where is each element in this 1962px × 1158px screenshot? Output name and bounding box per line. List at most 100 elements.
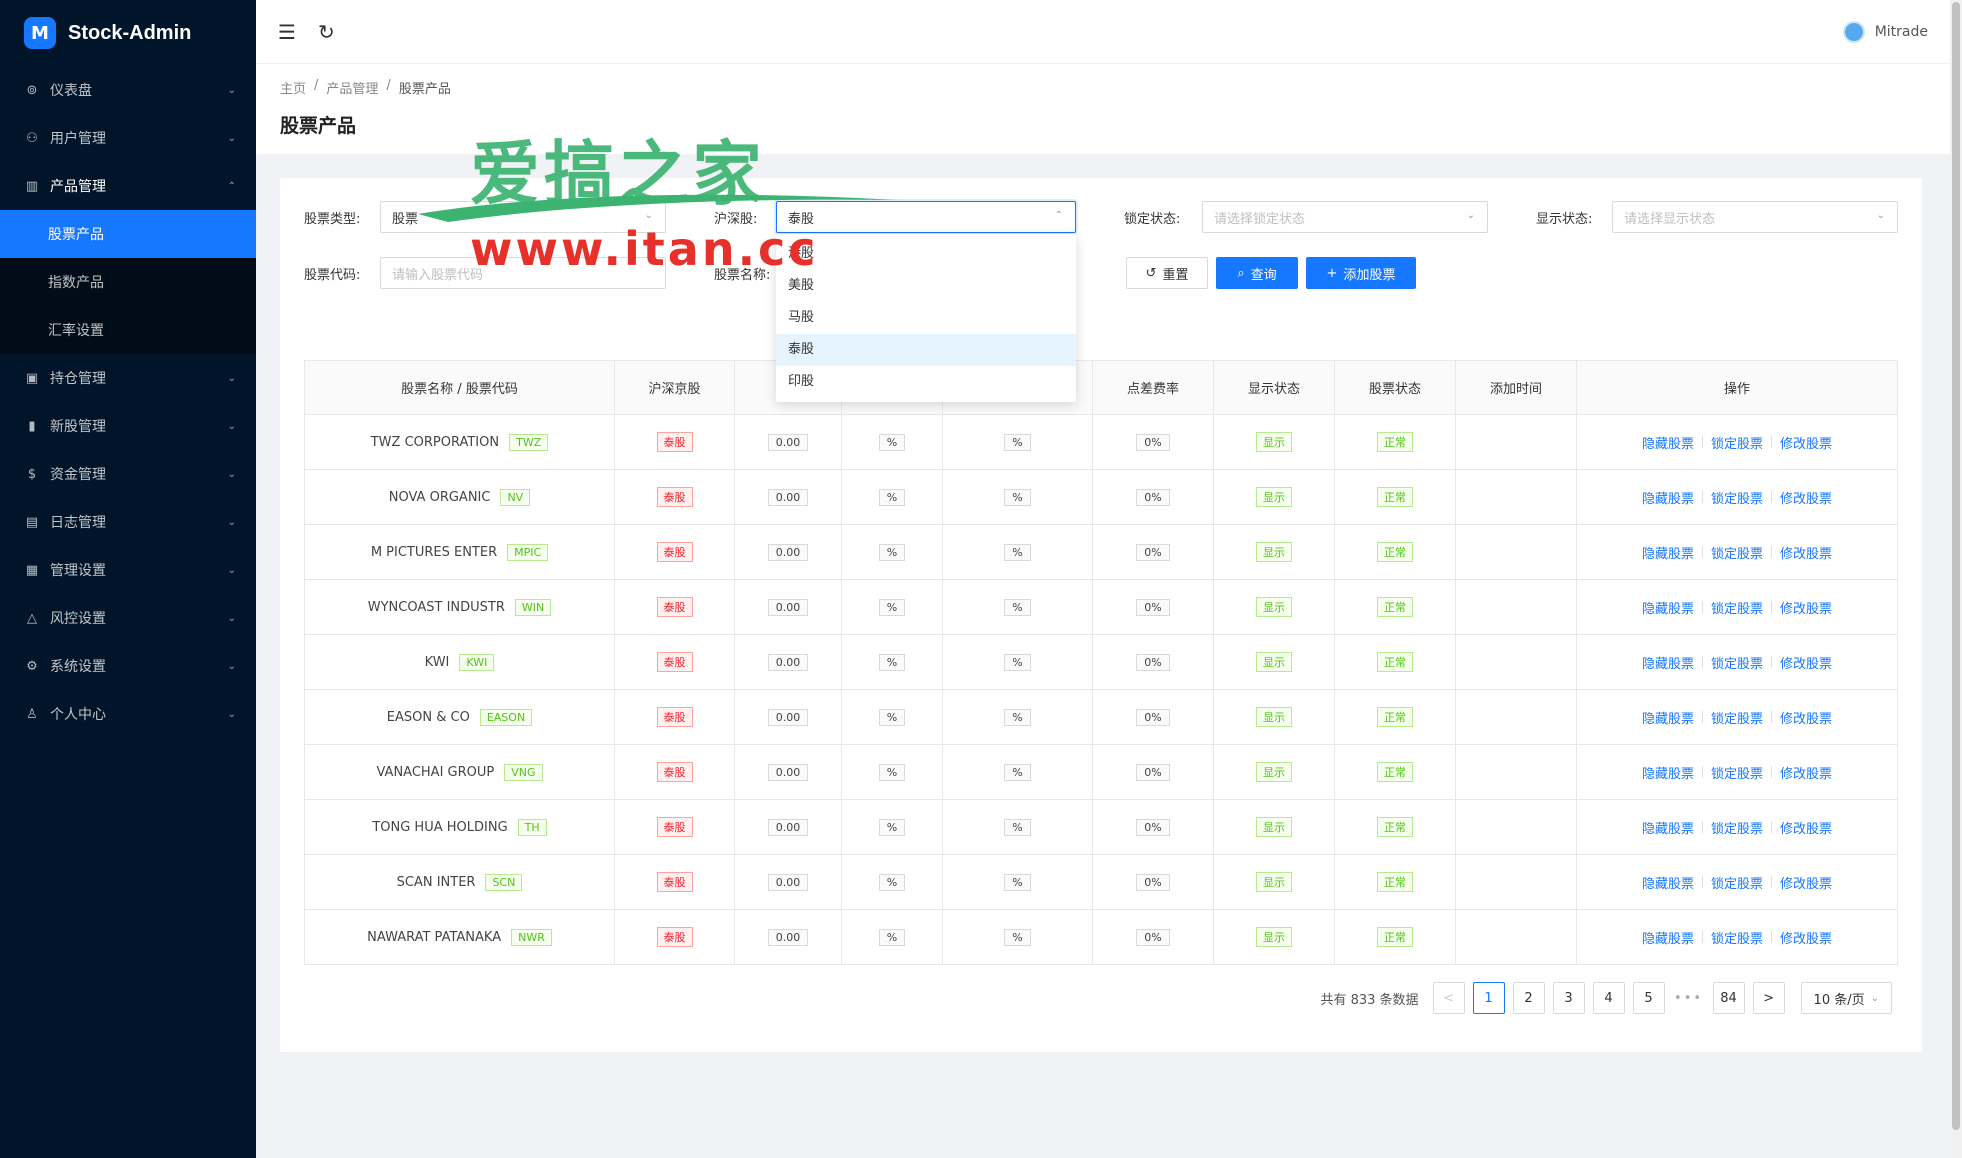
sidebar-item-dashboard[interactable]: ⊚ 仪表盘 ⌄	[0, 66, 256, 114]
hide-stock-link[interactable]: 隐藏股票	[1642, 818, 1694, 837]
hide-stock-link[interactable]: 隐藏股票	[1642, 598, 1694, 617]
add-stock-button[interactable]: + 添加股票	[1306, 257, 1416, 289]
hide-stock-link[interactable]: 隐藏股票	[1642, 928, 1694, 947]
sidebar-item-admin-settings[interactable]: ▦ 管理设置 ⌄	[0, 546, 256, 594]
lock-stock-link[interactable]: 锁定股票	[1711, 653, 1763, 672]
sidebar-item-system[interactable]: ⚙ 系统设置 ⌄	[0, 642, 256, 690]
lock-status-select[interactable]: 请选择锁定状态 ⌄	[1202, 201, 1488, 233]
edit-stock-link[interactable]: 修改股票	[1780, 818, 1832, 837]
sidebar-item-users[interactable]: ⚇ 用户管理 ⌄	[0, 114, 256, 162]
stock-code-tag: NV	[500, 488, 531, 506]
cell-rate-1: %	[841, 414, 943, 470]
divider	[1701, 601, 1703, 613]
edit-stock-link[interactable]: 修改股票	[1780, 543, 1832, 562]
breadcrumb-products[interactable]: 产品管理	[326, 78, 378, 97]
query-button[interactable]: ⌕ 查询	[1216, 257, 1298, 289]
lock-stock-link[interactable]: 锁定股票	[1711, 488, 1763, 507]
cell-spread: 0%	[1092, 634, 1214, 690]
lock-stock-link[interactable]: 锁定股票	[1711, 818, 1763, 837]
sidebar-item-funds[interactable]: $ 资金管理 ⌄	[0, 450, 256, 498]
cell-name-code: SCAN INTER SCN	[304, 854, 615, 910]
cell-rate-1: %	[841, 909, 943, 965]
page-button-3[interactable]: 3	[1552, 982, 1585, 1014]
pagination-ellipsis[interactable]: •••	[1673, 991, 1705, 1006]
market-tag: 泰股	[656, 872, 693, 892]
edit-stock-link[interactable]: 修改股票	[1780, 598, 1832, 617]
cell-add-time	[1455, 414, 1577, 470]
sidebar-item-positions[interactable]: ▣ 持仓管理 ⌄	[0, 354, 256, 402]
page-button-1[interactable]: 1	[1472, 982, 1505, 1014]
lock-stock-link[interactable]: 锁定股票	[1711, 543, 1763, 562]
spread-tag: 0%	[1136, 873, 1170, 891]
lock-stock-link[interactable]: 锁定股票	[1711, 598, 1763, 617]
user-menu[interactable]: Mitrade	[1842, 20, 1928, 43]
cell-rate-1: %	[841, 579, 943, 635]
sidebar-subitem-exchange-rate[interactable]: 汇率设置	[0, 306, 256, 354]
sidebar-item-products[interactable]: ▥ 产品管理 ⌃	[0, 162, 256, 210]
sidebar-item-risk[interactable]: △ 风控设置 ⌄	[0, 594, 256, 642]
display-status-select[interactable]: 请选择显示状态 ⌄	[1612, 201, 1898, 233]
prev-page-button[interactable]: <	[1432, 982, 1465, 1014]
scrollbar-thumb[interactable]	[1952, 2, 1960, 1130]
spread-tag: 0%	[1136, 818, 1170, 836]
edit-stock-link[interactable]: 修改股票	[1780, 763, 1832, 782]
menu-fold-icon[interactable]: ☰	[278, 20, 296, 44]
page-button-5[interactable]: 5	[1632, 982, 1665, 1014]
cell-name-code: WYNCOAST INDUSTR WIN	[304, 579, 615, 635]
cell-value: 0.00	[734, 634, 842, 690]
market-option-hk[interactable]: 港股	[776, 238, 1076, 270]
edit-stock-link[interactable]: 修改股票	[1780, 708, 1832, 727]
page-button-last[interactable]: 84	[1712, 982, 1745, 1014]
sidebar-subitem-index-products[interactable]: 指数产品	[0, 258, 256, 306]
edit-stock-link[interactable]: 修改股票	[1780, 653, 1832, 672]
page-button-2[interactable]: 2	[1512, 982, 1545, 1014]
row-actions: 隐藏股票 锁定股票 修改股票	[1577, 763, 1897, 782]
next-page-button[interactable]: >	[1752, 982, 1785, 1014]
cell-rate-2: %	[942, 524, 1093, 580]
cell-name-code: EASON & CO EASON	[304, 689, 615, 745]
edit-stock-link[interactable]: 修改股票	[1780, 433, 1832, 452]
cell-market: 泰股	[614, 469, 735, 525]
lock-stock-link[interactable]: 锁定股票	[1711, 708, 1763, 727]
display-status-label: 显示状态:	[1536, 212, 1593, 227]
sidebar-item-logs[interactable]: ▤ 日志管理 ⌄	[0, 498, 256, 546]
edit-stock-link[interactable]: 修改股票	[1780, 488, 1832, 507]
market-option-my[interactable]: 马股	[776, 302, 1076, 334]
table-row: NAWARAT PATANAKA NWR 泰股 0.00 % % 0% 显示 正常…	[304, 909, 1898, 965]
lock-stock-link[interactable]: 锁定股票	[1711, 433, 1763, 452]
page-button-4[interactable]: 4	[1592, 982, 1625, 1014]
spread-tag: 0%	[1136, 433, 1170, 451]
cell-name-code: VANACHAI GROUP VNG	[304, 744, 615, 800]
refresh-icon[interactable]: ↻	[318, 20, 335, 44]
scrollbar[interactable]	[1950, 0, 1962, 1158]
hide-stock-link[interactable]: 隐藏股票	[1642, 543, 1694, 562]
divider	[1701, 821, 1703, 833]
sidebar-item-label: 日志管理	[50, 515, 106, 531]
edit-stock-link[interactable]: 修改股票	[1780, 873, 1832, 892]
display-status-placeholder: 请选择显示状态	[1624, 211, 1716, 227]
lock-stock-link[interactable]: 锁定股票	[1711, 763, 1763, 782]
divider	[1701, 711, 1703, 723]
hide-stock-link[interactable]: 隐藏股票	[1642, 488, 1694, 507]
sidebar-item-profile[interactable]: ♙ 个人中心 ⌄	[0, 690, 256, 738]
hide-stock-link[interactable]: 隐藏股票	[1642, 708, 1694, 727]
market-option-in[interactable]: 印股	[776, 366, 1076, 398]
lock-stock-link[interactable]: 锁定股票	[1711, 873, 1763, 892]
reset-button[interactable]: ↺ 重置	[1126, 257, 1208, 289]
hide-stock-link[interactable]: 隐藏股票	[1642, 873, 1694, 892]
market-option-us[interactable]: 美股	[776, 270, 1076, 302]
hide-stock-link[interactable]: 隐藏股票	[1642, 433, 1694, 452]
lock-stock-link[interactable]: 锁定股票	[1711, 928, 1763, 947]
hide-stock-link[interactable]: 隐藏股票	[1642, 763, 1694, 782]
cell-market: 泰股	[614, 799, 735, 855]
sidebar-subitem-stock-products[interactable]: 股票产品	[0, 210, 256, 258]
sidebar-item-ipo[interactable]: ▮ 新股管理 ⌄	[0, 402, 256, 450]
logo[interactable]: M Stock-Admin	[0, 0, 256, 66]
market-option-th[interactable]: 泰股	[776, 334, 1076, 366]
cell-add-time	[1455, 744, 1577, 800]
page-size-select[interactable]: 10 条/页 ⌄	[1800, 982, 1892, 1014]
edit-stock-link[interactable]: 修改股票	[1780, 928, 1832, 947]
hide-stock-link[interactable]: 隐藏股票	[1642, 653, 1694, 672]
breadcrumb-home[interactable]: 主页	[280, 78, 306, 97]
cell-rate-2: %	[942, 579, 1093, 635]
